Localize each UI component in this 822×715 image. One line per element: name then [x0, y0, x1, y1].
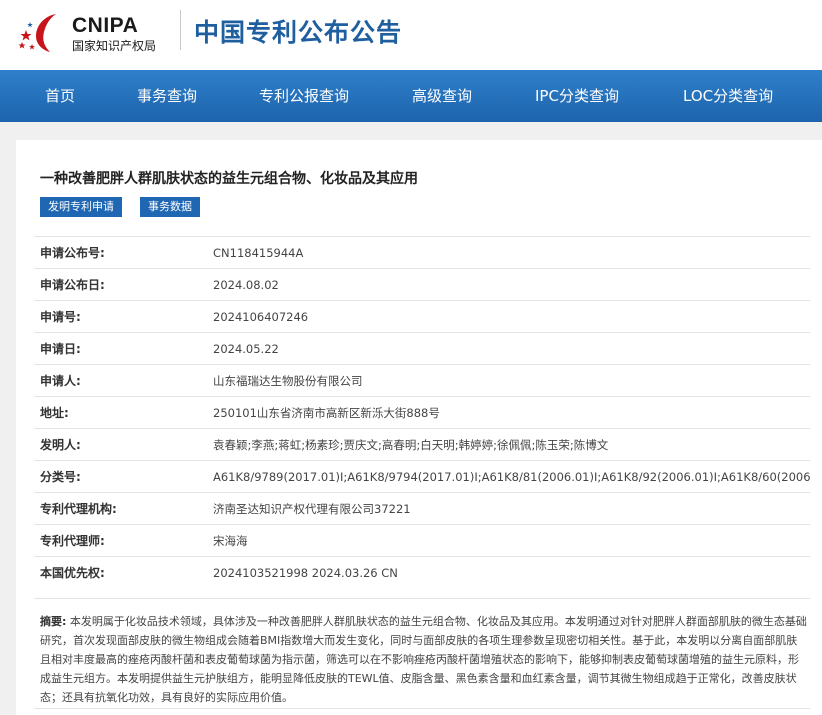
- field-publication-number: 申请公布号: CN118415944A: [34, 236, 810, 269]
- nav-gazette-query[interactable]: 专利公报查询: [259, 70, 349, 122]
- logo-text-en: CNIPA: [72, 14, 139, 37]
- transaction-data-button[interactable]: 事务数据: [140, 197, 200, 217]
- cnipa-emblem-icon: [18, 14, 56, 52]
- field-value: 山东福瑞达生物股份有限公司: [213, 374, 363, 388]
- header-divider: [180, 10, 181, 50]
- invention-application-button[interactable]: 发明专利申请: [40, 197, 122, 217]
- nav-loc-query[interactable]: LOC分类查询: [683, 70, 773, 122]
- patent-detail-panel: 一种改善肥胖人群肌肤状态的益生元组合物、化妆品及其应用 发明专利申请 事务数据 …: [16, 140, 822, 715]
- field-label: 专利代理师:: [40, 534, 105, 548]
- field-label: 分类号:: [40, 470, 81, 484]
- field-value: 202410352199​8 2024.03.26 CN: [213, 566, 398, 580]
- field-value: CN118415944A: [213, 246, 304, 260]
- field-value: 袁春颖;李燕;蒋虹;杨素珍;贾庆文;高春明;白天明;韩婷婷;徐佩佩;陈玉荣;陈博…: [213, 438, 609, 452]
- field-label: 申请公布号:: [40, 246, 105, 260]
- field-label: 申请号:: [40, 310, 81, 324]
- nav-ipc-query[interactable]: IPC分类查询: [535, 70, 619, 122]
- field-value: A61K8/9789(2017.01)I;A61K8/9794(2017.01)…: [213, 470, 810, 484]
- field-label: 发明人:: [40, 438, 81, 452]
- main-nav: 首页 事务查询 专利公报查询 高级查询 IPC分类查询 LOC分类查询: [0, 70, 822, 122]
- nav-advanced-query[interactable]: 高级查询: [412, 70, 472, 122]
- field-application-number: 申请号: 2024106407246: [34, 300, 810, 333]
- field-agent: 专利代理师: 宋海海: [34, 524, 810, 557]
- nav-home[interactable]: 首页: [45, 70, 75, 122]
- patent-title: 一种改善肥胖人群肌肤状态的益生元组合物、化妆品及其应用: [40, 171, 418, 187]
- field-label: 申请公布日:: [40, 278, 105, 292]
- field-label: 申请人:: [40, 374, 81, 388]
- top-header: CNIPA 国家知识产权局 中国专利公布公告: [0, 0, 822, 70]
- site-title: 中国专利公布公告: [194, 18, 403, 47]
- field-agency: 专利代理机构: 济南圣达知识产权代理有限公司37221: [34, 492, 810, 525]
- field-value: 济南圣达知识产权代理有限公司37221: [213, 502, 411, 516]
- abstract-label: 摘要:: [40, 615, 67, 628]
- abstract-divider: [34, 598, 810, 599]
- abstract-text: 本发明属于化妆品技术领域，具体涉及一种改善肥胖人群肌肤状态的益生元组合物、化妆品…: [40, 615, 807, 704]
- field-value: 宋海海: [213, 534, 248, 548]
- field-value: 250101山东省济南市高新区新泺大街888号: [213, 406, 440, 420]
- field-label: 本国优先权:: [40, 566, 105, 580]
- logo-text-cn: 国家知识产权局: [72, 39, 157, 53]
- field-classification: 分类号: A61K8/9789(2017.01)I;A61K8/9794(201…: [34, 460, 810, 493]
- field-address: 地址: 250101山东省济南市高新区新泺大街888号: [34, 396, 810, 429]
- field-label: 申请日:: [40, 342, 81, 356]
- field-value: 2024106407246: [213, 310, 309, 324]
- field-application-date: 申请日: 2024.05.22: [34, 332, 810, 365]
- field-label: 专利代理机构:: [40, 502, 117, 516]
- field-value: 2024.05.22: [213, 342, 279, 356]
- abstract: 摘要: 本发明属于化妆品技术领域，具体涉及一种改善肥胖人群肌肤状态的益生元组合物…: [40, 612, 808, 707]
- field-label: 地址:: [40, 406, 69, 420]
- field-value: 2024.08.02: [213, 278, 279, 292]
- abstract-bottom-divider: [34, 708, 810, 709]
- nav-transaction-query[interactable]: 事务查询: [137, 70, 197, 122]
- field-applicant: 申请人: 山东福瑞达生物股份有限公司: [34, 364, 810, 397]
- field-inventors: 发明人: 袁春颖;李燕;蒋虹;杨素珍;贾庆文;高春明;白天明;韩婷婷;徐佩佩;陈…: [34, 428, 810, 461]
- field-publication-date: 申请公布日: 2024.08.02: [34, 268, 810, 301]
- cnipa-logo[interactable]: CNIPA 国家知识产权局: [16, 10, 176, 54]
- field-priority: 本国优先权: 202410352199​8 2024.03.26 CN: [34, 556, 810, 589]
